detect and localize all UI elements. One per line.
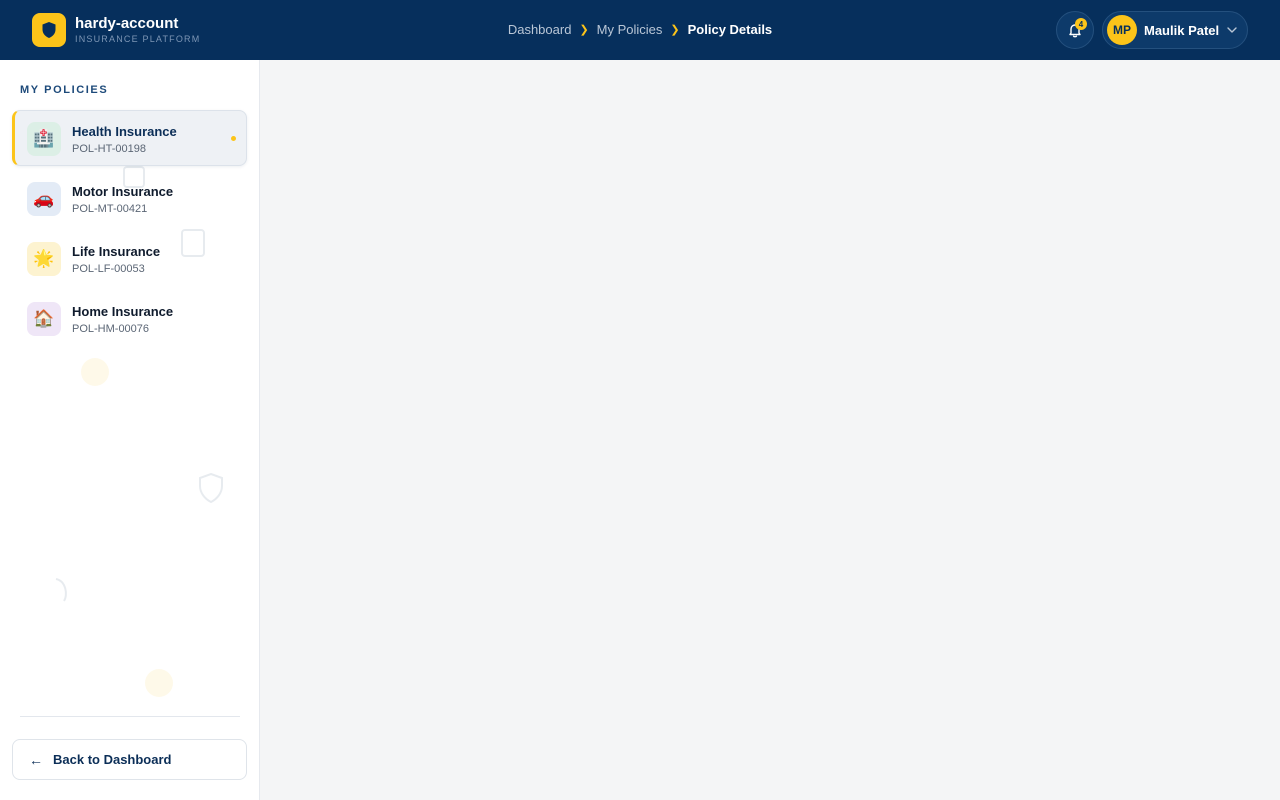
shield-icon: [199, 473, 223, 503]
breadcrumb-chevron-icon: ❯: [670, 24, 680, 36]
breadcrumb-chevron-icon: ❯: [579, 24, 589, 36]
breadcrumb-dashboard[interactable]: Dashboard: [508, 22, 572, 37]
policy-name: Health Insurance: [72, 124, 177, 139]
top-header: hardy-account INSURANCE PLATFORM Dashboa…: [0, 0, 1280, 60]
arrow-left-icon: ←: [29, 751, 43, 768]
policy-name: Life Insurance: [72, 244, 161, 259]
policy-name: Motor Insurance: [72, 184, 174, 199]
brand-name: hardy-account: [75, 15, 179, 32]
notifications-button[interactable]: 4: [1056, 11, 1094, 49]
policy-name: Home Insurance: [72, 304, 174, 319]
avatar: MP: [1107, 15, 1137, 45]
sidebar-divider: [20, 716, 240, 717]
breadcrumb-current: Policy Details: [687, 22, 773, 37]
coin-icon: [145, 669, 173, 697]
policy-id: POL-LF-00053: [72, 263, 145, 275]
policy-item-life[interactable]: 🌟 Life Insurance POL-LF-00053: [12, 230, 247, 286]
car-icon: 🚗: [27, 182, 61, 216]
policy-item-home[interactable]: 🏠 Home Insurance POL-HM-00076: [12, 290, 247, 346]
sidebar-title: MY POLICIES: [20, 84, 109, 96]
brand-subtitle: INSURANCE PLATFORM: [75, 34, 201, 44]
shield-logo-icon: [32, 13, 66, 47]
policy-id: POL-MT-00421: [72, 203, 148, 215]
umbrella-icon: [55, 578, 67, 602]
chevron-down-icon: [1227, 27, 1237, 33]
star-icon: 🌟: [27, 242, 61, 276]
brand[interactable]: hardy-account INSURANCE PLATFORM: [32, 13, 200, 47]
policy-item-health[interactable]: 🏥 Health Insurance POL-HT-00198: [12, 110, 247, 166]
house-icon: 🏠: [27, 302, 61, 336]
breadcrumb-my-policies[interactable]: My Policies: [597, 22, 663, 37]
back-to-dashboard-button[interactable]: ← Back to Dashboard: [12, 739, 247, 780]
active-indicator: [231, 136, 236, 141]
user-menu-button[interactable]: MP Maulik Patel: [1102, 11, 1248, 49]
policy-item-motor[interactable]: 🚗 Motor Insurance POL-MT-00421: [12, 170, 247, 226]
notification-count-badge: 4: [1075, 18, 1087, 30]
policy-id: POL-HM-00076: [72, 323, 150, 335]
hospital-icon: 🏥: [27, 122, 61, 156]
policy-id: POL-HT-00198: [72, 143, 146, 155]
coin-icon: [81, 358, 109, 386]
main-content: [260, 60, 1280, 800]
sidebar: MY POLICIES 🏥 Health Insurance POL-HT-00…: [0, 60, 260, 800]
user-name: Maulik Patel: [1144, 22, 1220, 38]
back-button-label: Back to Dashboard: [53, 752, 172, 767]
